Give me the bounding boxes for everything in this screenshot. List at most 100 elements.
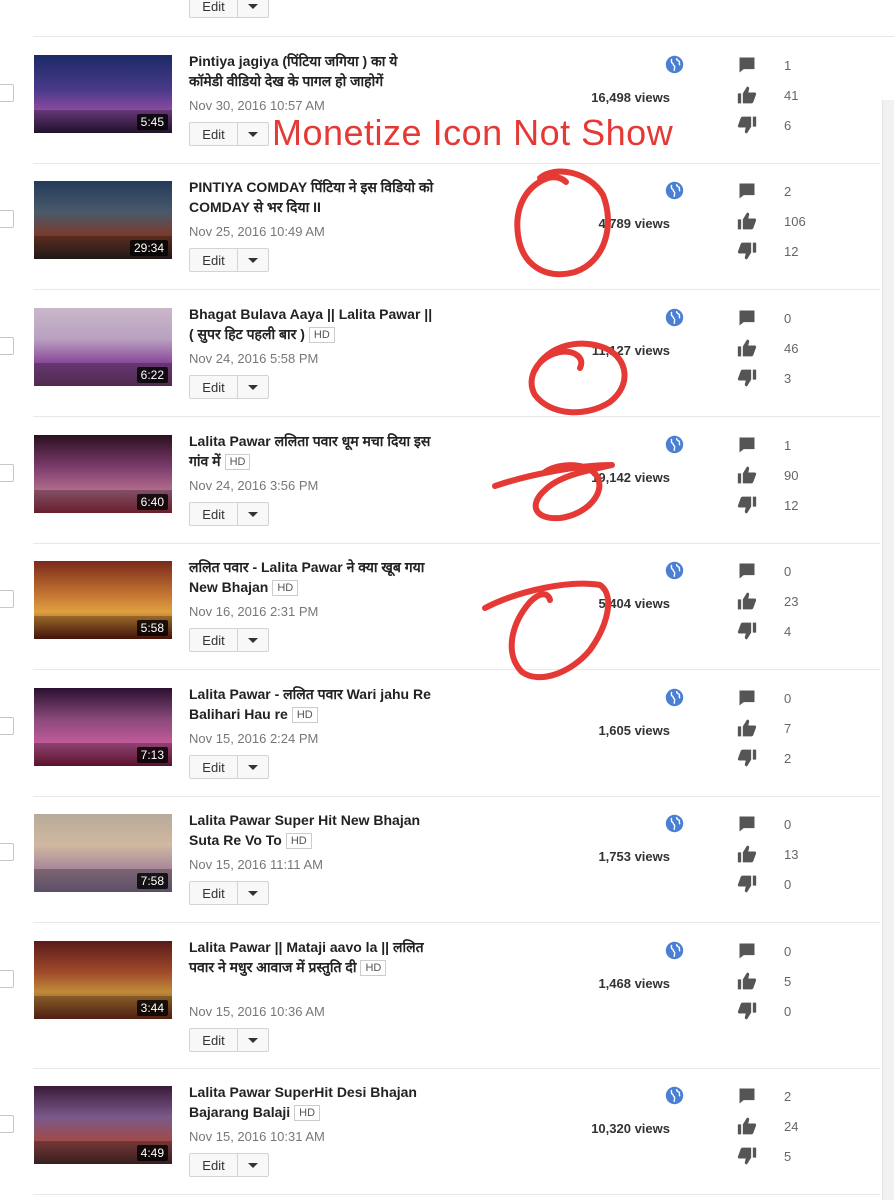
- edit-menu-toggle[interactable]: [238, 123, 268, 145]
- video-select-checkbox[interactable]: [0, 337, 14, 355]
- comment-icon: [737, 308, 757, 328]
- edit-menu-toggle[interactable]: [238, 249, 268, 271]
- video-title[interactable]: Lalita Pawar ललिता पवार धूम मचा दिया इस …: [189, 431, 434, 471]
- video-title[interactable]: ललित पवार - Lalita Pawar ने क्या खूब गया…: [189, 557, 434, 597]
- edit-button[interactable]: Edit: [190, 882, 238, 904]
- edit-button-group[interactable]: Edit: [189, 375, 269, 399]
- edit-button[interactable]: Edit: [190, 756, 238, 778]
- video-select-checkbox[interactable]: [0, 464, 14, 482]
- comment-icon: [737, 814, 757, 834]
- video-thumbnail[interactable]: 6:40: [34, 435, 172, 513]
- public-globe-icon[interactable]: [665, 1086, 684, 1105]
- video-duration: 6:40: [136, 494, 168, 510]
- video-title[interactable]: Lalita Pawar - ललित पवार Wari jahu Re Ba…: [189, 684, 434, 724]
- edit-button-group[interactable]: Edit: [189, 248, 269, 272]
- public-globe-icon[interactable]: [665, 435, 684, 454]
- hd-badge: HD: [224, 454, 251, 470]
- edit-button[interactable]: Edit: [190, 503, 238, 525]
- edit-menu-toggle[interactable]: [238, 376, 268, 398]
- video-select-checkbox[interactable]: [0, 590, 14, 608]
- video-select-checkbox[interactable]: [0, 970, 14, 988]
- public-globe-icon[interactable]: [665, 55, 684, 74]
- annotation-text: Monetize Icon Not Show: [272, 112, 674, 153]
- edit-menu-toggle[interactable]: [238, 756, 268, 778]
- video-title[interactable]: Lalita Pawar SuperHit Desi Bhajan Bajara…: [189, 1082, 434, 1122]
- edit-button[interactable]: Edit: [190, 1154, 238, 1176]
- video-thumbnail[interactable]: 7:58: [34, 814, 172, 892]
- edit-menu-toggle[interactable]: [238, 1029, 268, 1051]
- edit-button-group-top[interactable]: Edit: [189, 0, 269, 18]
- like-icon: [737, 971, 757, 991]
- video-title[interactable]: PINTIYA COMDAY पिंटिया ने इस विडियो को C…: [189, 177, 434, 217]
- video-select-checkbox[interactable]: [0, 717, 14, 735]
- edit-button[interactable]: Edit: [190, 0, 238, 17]
- edit-button[interactable]: Edit: [190, 249, 238, 271]
- video-thumbnail[interactable]: 6:22: [34, 308, 172, 386]
- public-globe-icon[interactable]: [665, 688, 684, 707]
- row-divider: [33, 922, 880, 923]
- video-row: 7:58 Lalita Pawar Super Hit New Bhajan S…: [0, 797, 880, 923]
- public-globe-icon[interactable]: [665, 561, 684, 580]
- video-upload-date: Nov 24, 2016 5:58 PM: [189, 351, 319, 366]
- row-divider: [33, 416, 880, 417]
- edit-menu-toggle[interactable]: [238, 0, 268, 17]
- public-globe-icon[interactable]: [665, 941, 684, 960]
- video-title-text: Lalita Pawar || Mataji aavo la || ललित प…: [189, 939, 424, 975]
- comment-count: 0: [784, 817, 792, 832]
- comment-count: 0: [784, 944, 792, 959]
- like-count: 5: [784, 974, 792, 989]
- public-globe-icon[interactable]: [665, 308, 684, 327]
- edit-menu-toggle[interactable]: [238, 882, 268, 904]
- edit-button-group[interactable]: Edit: [189, 881, 269, 905]
- comment-count: 0: [784, 311, 792, 326]
- dislike-icon: [737, 748, 757, 768]
- view-count: 1,468 views: [598, 976, 670, 991]
- video-upload-date: Nov 16, 2016 2:31 PM: [189, 604, 319, 619]
- edit-button[interactable]: Edit: [190, 1029, 238, 1051]
- video-upload-date: Nov 15, 2016 2:24 PM: [189, 731, 319, 746]
- edit-menu-toggle[interactable]: [238, 503, 268, 525]
- video-thumbnail[interactable]: 4:49: [34, 1086, 172, 1164]
- video-select-checkbox[interactable]: [0, 210, 14, 228]
- video-title-text: PINTIYA COMDAY पिंटिया ने इस विडियो को C…: [189, 179, 434, 215]
- video-thumbnail[interactable]: 29:34: [34, 181, 172, 259]
- video-select-checkbox[interactable]: [0, 1115, 14, 1133]
- comment-count: 0: [784, 564, 792, 579]
- edit-menu-toggle[interactable]: [238, 1154, 268, 1176]
- dislike-count: 5: [784, 1149, 792, 1164]
- edit-button-group[interactable]: Edit: [189, 755, 269, 779]
- view-count: 5,404 views: [598, 596, 670, 611]
- comment-icon: [737, 561, 757, 581]
- edit-button[interactable]: Edit: [190, 629, 238, 651]
- video-thumbnail[interactable]: 5:45: [34, 55, 172, 133]
- public-globe-icon[interactable]: [665, 814, 684, 833]
- video-title-text: ललित पवार - Lalita Pawar ने क्या खूब गया…: [189, 559, 425, 595]
- edit-button-group[interactable]: Edit: [189, 1153, 269, 1177]
- video-thumbnail[interactable]: 7:13: [34, 688, 172, 766]
- public-globe-icon[interactable]: [665, 181, 684, 200]
- edit-menu-toggle[interactable]: [238, 629, 268, 651]
- edit-button[interactable]: Edit: [190, 376, 238, 398]
- edit-button-group[interactable]: Edit: [189, 502, 269, 526]
- comment-icon: [737, 181, 757, 201]
- row-divider: [33, 36, 894, 37]
- edit-button-group[interactable]: Edit: [189, 628, 269, 652]
- video-title[interactable]: Lalita Pawar Super Hit New Bhajan Suta R…: [189, 810, 434, 850]
- video-select-checkbox[interactable]: [0, 84, 14, 102]
- page-scrollbar[interactable]: [882, 100, 894, 1200]
- comment-icon: [737, 688, 757, 708]
- video-title[interactable]: Pintiya jagiya (पिंटिया जगिया ) का ये कॉ…: [189, 51, 434, 91]
- chevron-down-icon: [248, 764, 258, 770]
- video-thumbnail[interactable]: 3:44: [34, 941, 172, 1019]
- chevron-down-icon: [248, 637, 258, 643]
- video-title[interactable]: Lalita Pawar || Mataji aavo la || ललित प…: [189, 937, 434, 977]
- dislike-icon: [737, 1001, 757, 1021]
- edit-button-group[interactable]: Edit: [189, 1028, 269, 1052]
- like-icon: [737, 591, 757, 611]
- video-title[interactable]: Bhagat Bulava Aaya || Lalita Pawar || ( …: [189, 304, 434, 344]
- edit-button-group[interactable]: Edit: [189, 122, 269, 146]
- edit-button[interactable]: Edit: [190, 123, 238, 145]
- video-select-checkbox[interactable]: [0, 843, 14, 861]
- video-thumbnail[interactable]: 5:58: [34, 561, 172, 639]
- video-row: 3:44 Lalita Pawar || Mataji aavo la || ल…: [0, 924, 880, 1069]
